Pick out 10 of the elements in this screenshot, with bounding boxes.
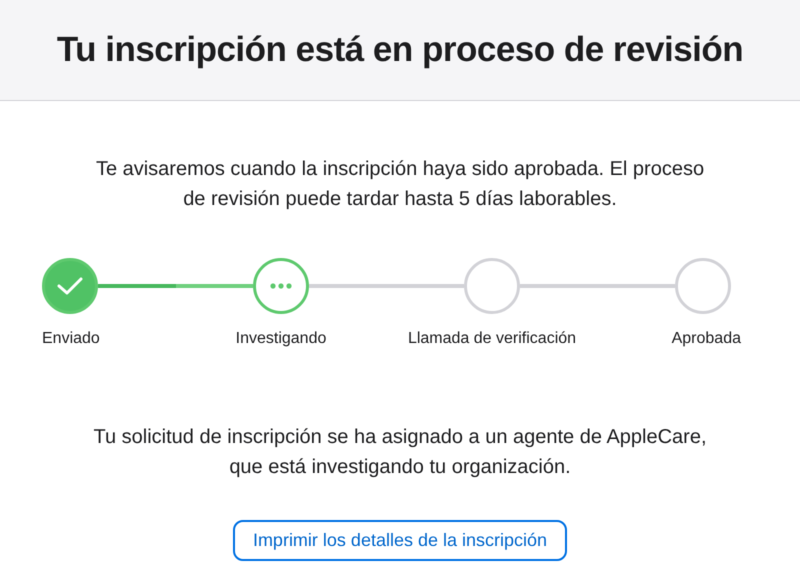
checkmark-icon	[57, 276, 83, 296]
ellipsis-icon	[270, 283, 292, 289]
step-label: Investigando	[236, 330, 326, 348]
status-message: Tu solicitud de inscripción se ha asignado a un agente de AppleCare, que está investigando tu organización.	[92, 425, 708, 480]
step-label: Enviado	[42, 330, 100, 348]
print-details-button[interactable]: Imprimir los detalles de la inscripción	[232, 520, 568, 561]
page-title: Tu inscripción está en proceso de revisión	[56, 30, 744, 70]
step-label: Llamada de verificación	[408, 330, 576, 348]
intro-text: Te avisaremos cuando la inscripción haya sido aprobada. El proceso de revisión puede tardar hasta 5 días laborables.	[94, 157, 706, 212]
step-label: Aprobada	[672, 330, 741, 348]
